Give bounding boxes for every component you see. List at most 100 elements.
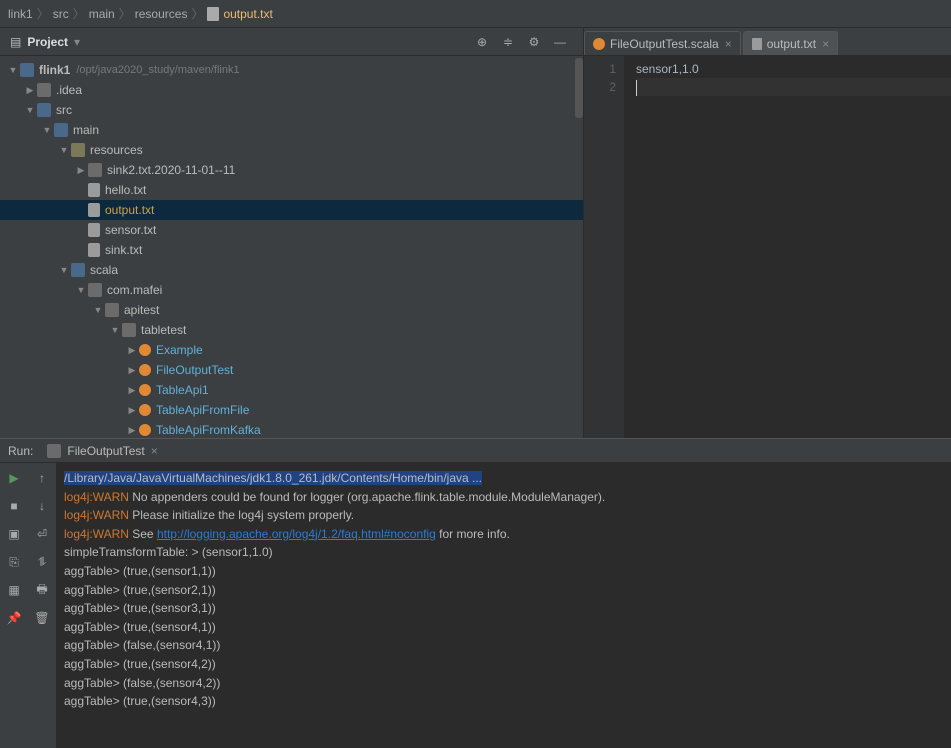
folder-icon xyxy=(37,83,51,97)
tree-twisty-icon[interactable]: ▼ xyxy=(25,105,35,115)
folder-icon xyxy=(54,123,68,137)
tree-row[interactable]: ▼resources xyxy=(0,140,583,160)
layout-icon[interactable]: ▦ xyxy=(5,581,23,599)
close-icon[interactable]: × xyxy=(151,444,158,458)
collapse-icon[interactable]: ≑ xyxy=(499,33,517,51)
console-line: aggTable> (false,(sensor4,2)) xyxy=(64,674,943,693)
close-icon[interactable]: × xyxy=(822,37,829,51)
tree-row[interactable]: ▶sink2.txt.2020-11-01--11 xyxy=(0,160,583,180)
run-console[interactable]: /Library/Java/JavaVirtualMachines/jdk1.8… xyxy=(56,463,951,748)
bc-item[interactable]: resources xyxy=(135,7,188,21)
editor-code[interactable]: sensor1,1.0 xyxy=(624,56,951,438)
bc-item[interactable]: src xyxy=(53,7,69,21)
tree-twisty-icon[interactable]: ▼ xyxy=(59,145,69,155)
text-file-icon xyxy=(207,7,219,21)
folder-icon xyxy=(37,103,51,117)
tree-item-label: hello.txt xyxy=(105,183,146,197)
code-line[interactable]: sensor1,1.0 xyxy=(636,60,951,78)
tree-twisty-icon[interactable]: ▼ xyxy=(8,65,18,75)
run-panel: Run: FileOutputTest × ▶ ■ ▣ ⎘ ▦ 📌 ↑ ↓ ⏎ … xyxy=(0,438,951,748)
text-file-icon xyxy=(88,203,100,217)
stop-icon[interactable]: ■ xyxy=(5,497,23,515)
console-link[interactable]: http://logging.apache.org/log4j/1.2/faq.… xyxy=(157,527,436,541)
tree-twisty-icon[interactable]: ▼ xyxy=(110,325,120,335)
camera-icon[interactable]: ▣ xyxy=(5,525,23,543)
tree-item-label: com.mafei xyxy=(107,283,162,297)
tree-row[interactable]: ▼scala xyxy=(0,260,583,280)
trash-icon[interactable]: 🗑 xyxy=(33,609,51,627)
pin-icon[interactable]: 📌 xyxy=(5,609,23,627)
tree-row[interactable]: ▶TableApiFromKafka xyxy=(0,420,583,438)
tree-item-label: .idea xyxy=(56,83,82,97)
editor-tab[interactable]: FileOutputTest.scala× xyxy=(584,31,741,55)
rerun-icon[interactable]: ▶ xyxy=(5,469,23,487)
gear-icon[interactable]: ⚙ xyxy=(525,33,543,51)
tree-row[interactable]: ▼tabletest xyxy=(0,320,583,340)
editor-tab[interactable]: output.txt× xyxy=(743,31,838,55)
tree-row[interactable]: ▼ com.mafei xyxy=(0,280,583,300)
folder-icon xyxy=(88,283,102,297)
dropdown-icon[interactable]: ▾ xyxy=(74,35,80,49)
wrap-icon[interactable]: ⏎ xyxy=(33,525,51,543)
tree-row[interactable]: ▶ TableApi1 xyxy=(0,380,583,400)
tree-row[interactable]: ▶Example xyxy=(0,340,583,360)
console-line: aggTable> (true,(sensor3,1)) xyxy=(64,599,943,618)
code-line[interactable] xyxy=(636,78,951,96)
project-tree[interactable]: ▼flink1/opt/java2020_study/maven/flink1▶… xyxy=(0,56,583,438)
tree-twisty-icon[interactable]: ▼ xyxy=(76,285,86,295)
console-line: aggTable> (true,(sensor4,1)) xyxy=(64,618,943,637)
chevron-right-icon: 〉 xyxy=(73,5,85,22)
folder-icon xyxy=(122,323,136,337)
tree-twisty-icon[interactable]: ▼ xyxy=(59,265,69,275)
folder-icon xyxy=(20,63,34,77)
tree-row[interactable]: ▼flink1/opt/java2020_study/maven/flink1 xyxy=(0,60,583,80)
bc-item[interactable]: main xyxy=(89,7,115,21)
up-icon[interactable]: ↑ xyxy=(33,469,51,487)
tree-twisty-icon[interactable]: ▼ xyxy=(93,305,103,315)
console-line: aggTable> (true,(sensor2,1)) xyxy=(64,581,943,600)
project-pane: ▤ Project ▾ ⊕ ≑ ⚙ — ▼flink1/opt/java2020… xyxy=(0,28,584,438)
bc-item[interactable]: link1 xyxy=(8,7,33,21)
tree-row[interactable]: ▼src xyxy=(0,100,583,120)
tree-item-label: TableApi1 xyxy=(156,383,209,397)
exit-icon[interactable]: ⎘ xyxy=(5,553,23,571)
bc-item-active[interactable]: output.txt xyxy=(223,7,272,21)
run-tab[interactable]: FileOutputTest × xyxy=(47,444,157,458)
tree-row[interactable]: ▼apitest xyxy=(0,300,583,320)
chevron-right-icon: 〉 xyxy=(191,5,203,22)
application-icon xyxy=(47,444,61,458)
tree-twisty-icon[interactable]: ▶ xyxy=(127,365,137,376)
tree-row[interactable]: ▼main xyxy=(0,120,583,140)
close-icon[interactable]: × xyxy=(725,37,732,51)
project-title[interactable]: Project xyxy=(27,35,68,49)
tree-row[interactable]: ▶TableApiFromFile xyxy=(0,400,583,420)
tree-twisty-icon[interactable]: ▶ xyxy=(127,345,137,356)
tree-row[interactable]: hello.txt xyxy=(0,180,583,200)
tree-row[interactable]: output.txt xyxy=(0,200,583,220)
tree-twisty-icon[interactable]: ▶ xyxy=(76,165,86,176)
tree-twisty-icon[interactable]: ▶ xyxy=(127,385,137,396)
scroll-icon[interactable]: ⥮ xyxy=(33,553,51,571)
target-icon[interactable]: ⊕ xyxy=(473,33,491,51)
tree-twisty-icon[interactable]: ▶ xyxy=(127,405,137,416)
tree-row[interactable]: ▶ .idea xyxy=(0,80,583,100)
hide-icon[interactable]: — xyxy=(551,33,569,51)
scala-class-icon xyxy=(139,364,151,376)
tree-twisty-icon[interactable]: ▶ xyxy=(25,85,35,96)
text-file-icon xyxy=(88,243,100,257)
editor-body[interactable]: 12 sensor1,1.0 xyxy=(584,56,951,438)
print-icon[interactable]: 🖶 xyxy=(33,581,51,599)
scala-class-icon xyxy=(139,424,151,436)
run-toolbar-right: ↑ ↓ ⏎ ⥮ 🖶 🗑 xyxy=(28,463,56,748)
scrollbar[interactable] xyxy=(575,58,583,118)
down-icon[interactable]: ↓ xyxy=(33,497,51,515)
tree-item-label: output.txt xyxy=(105,203,154,217)
tree-row[interactable]: sink.txt xyxy=(0,240,583,260)
tree-row[interactable]: sensor.txt xyxy=(0,220,583,240)
folder-icon xyxy=(71,263,85,277)
tree-twisty-icon[interactable]: ▼ xyxy=(42,125,52,135)
tree-twisty-icon[interactable]: ▶ xyxy=(127,425,137,436)
tree-item-label: FileOutputTest xyxy=(156,363,233,377)
console-line: aggTable> (false,(sensor4,1)) xyxy=(64,636,943,655)
tree-row[interactable]: ▶ FileOutputTest xyxy=(0,360,583,380)
